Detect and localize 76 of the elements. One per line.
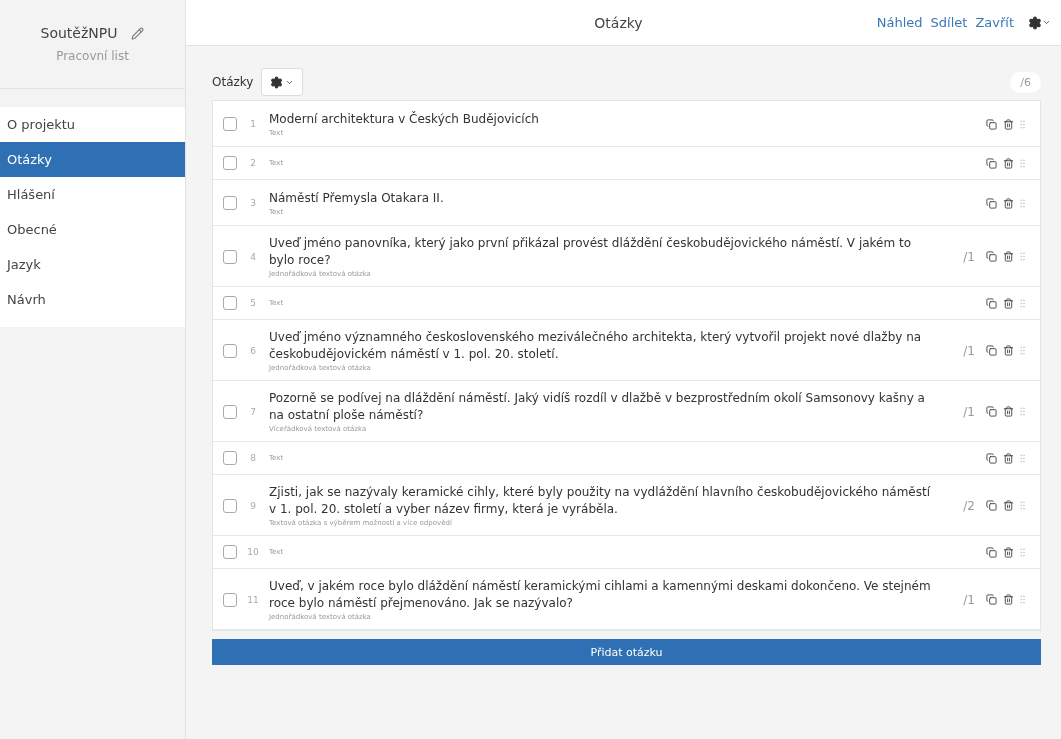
row-number: 1 [249, 119, 257, 129]
row-checkbox[interactable] [223, 451, 237, 465]
gear-icon [270, 75, 284, 89]
copy-icon[interactable] [983, 500, 1000, 511]
copy-icon[interactable] [983, 452, 1000, 464]
edit-icon[interactable] [131, 26, 145, 40]
settings-dropdown[interactable] [261, 68, 304, 96]
question-title: Moderní architektura v Českých Budějovicích [269, 111, 540, 128]
question-title: Uveď jméno panovníka, který jako první přikázal provést dláždění českobudějovického náměstí. V jakém to bylo roce? [269, 235, 913, 269]
drag-handle-icon[interactable] [1017, 197, 1028, 209]
row-checkbox[interactable] [223, 498, 237, 513]
question-title: Náměstí Přemysla Otakara II. [269, 190, 445, 207]
row-checkbox[interactable] [223, 545, 237, 559]
drag-handle-icon[interactable] [1017, 157, 1028, 169]
sidebar-item[interactable]: Hlášení [0, 177, 185, 212]
sidebar-item[interactable]: O projektu [0, 107, 185, 142]
caret-icon [1042, 18, 1051, 27]
row-checkbox[interactable] [223, 592, 237, 607]
copy-icon[interactable] [983, 157, 1000, 169]
project-subtitle: Pracovní list [56, 49, 129, 63]
copy-icon[interactable] [983, 594, 1000, 605]
question-points: /2 [962, 498, 975, 513]
row-number: 4 [249, 251, 257, 262]
drag-handle-icon[interactable] [1017, 452, 1028, 464]
row-checkbox[interactable] [223, 117, 237, 131]
header-link[interactable]: Sdílet [930, 15, 968, 30]
row-number: 7 [249, 406, 257, 417]
project-name: SoutěžNPU [40, 25, 118, 41]
row-checkbox[interactable] [223, 343, 237, 358]
sidebar-item[interactable]: Návrh [0, 282, 185, 317]
header-link[interactable]: Zavřít [975, 15, 1014, 30]
question-points: /1 [962, 404, 975, 419]
drag-handle-icon[interactable] [1017, 118, 1028, 130]
question-title: Zjisti, jak se nazývaly keramické cihly, které byly použity na vydláždění hlavního českobudějovického náměstí v 1. pol. 20. století a vyber název firmy, která je vyráběla. [269, 484, 931, 518]
row-number: 6 [249, 345, 257, 356]
question-points: /1 [962, 592, 975, 607]
drag-handle-icon[interactable] [1017, 594, 1028, 605]
copy-icon[interactable] [983, 546, 1000, 558]
copy-icon[interactable] [983, 406, 1000, 417]
row-number: 3 [249, 198, 257, 208]
copy-icon[interactable] [983, 118, 1000, 130]
question-points: /1 [962, 249, 975, 264]
drag-handle-icon[interactable] [1017, 546, 1028, 558]
row-number: 10 [246, 547, 260, 557]
question-title: Uveď, v jakém roce bylo dláždění náměstí keramickými cihlami a kamennými deskami dokončeno. Ve stejném roce bylo náměstí přejmenováno. Jak se nazývalo? [269, 578, 931, 612]
copy-icon[interactable] [983, 345, 1000, 356]
sidebar-item[interactable]: Obecné [0, 212, 185, 247]
copy-icon[interactable] [983, 251, 1000, 262]
row-checkbox[interactable] [223, 196, 237, 210]
drag-handle-icon[interactable] [1017, 251, 1028, 262]
row-checkbox[interactable] [223, 156, 237, 170]
gear-icon [1028, 15, 1042, 30]
row-number: 11 [246, 594, 260, 605]
question-title: Pozorně se podívej na dláždění náměstí. Jaký vidíš rozdíl v dlažbě v bezprostředním okolí Samsonovy kašny a na ostatní ploše náměstí? [269, 390, 926, 424]
header-link[interactable]: Náhled [876, 15, 923, 30]
copy-icon[interactable] [983, 197, 1000, 209]
drag-handle-icon[interactable] [1017, 345, 1028, 356]
row-number: 2 [249, 158, 257, 168]
row-checkbox[interactable] [223, 296, 237, 310]
drag-handle-icon[interactable] [1017, 500, 1028, 511]
sidebar-item[interactable]: Otázky [0, 142, 185, 177]
copy-icon[interactable] [983, 297, 1000, 309]
row-number: 5 [249, 298, 257, 308]
row-checkbox[interactable] [223, 249, 237, 264]
sidebar-item[interactable]: Jazyk [0, 247, 185, 282]
total-points: /6 [1010, 71, 1041, 93]
row-number: 8 [249, 453, 257, 463]
questions-label: Otázky [212, 75, 254, 89]
drag-handle-icon[interactable] [1017, 297, 1028, 309]
add-question-button[interactable]: Přidat otázku [212, 639, 1041, 665]
page-title: Otázky [594, 14, 643, 31]
question-points: /1 [962, 343, 975, 358]
drag-handle-icon[interactable] [1017, 406, 1028, 417]
row-number: 9 [249, 500, 257, 511]
row-checkbox[interactable] [223, 404, 237, 419]
question-title: Uveď jméno významného československého meziválečného architekta, který vytvořil projekt nové dlažby na českobudějovickém náměstí v 1. pol. 20. století. [269, 329, 923, 363]
